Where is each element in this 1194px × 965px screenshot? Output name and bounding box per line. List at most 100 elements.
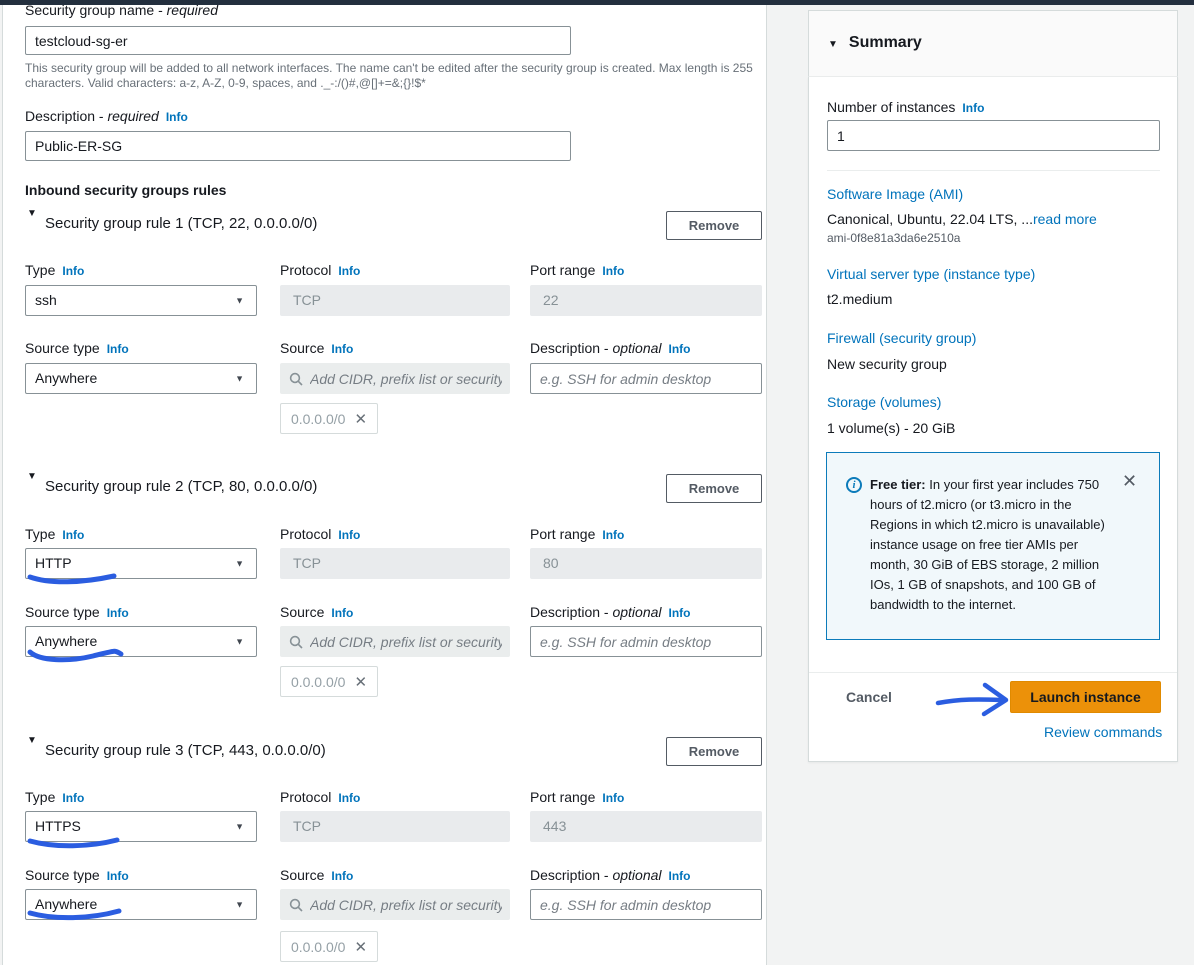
read-more-link[interactable]: read more (1033, 211, 1097, 227)
rule2-collapse-icon[interactable]: ▼ (27, 471, 37, 482)
instances-input[interactable] (827, 120, 1160, 151)
rule3-type-label: TypeInfo (25, 789, 84, 805)
rule2-protocol-label: ProtocolInfo (280, 526, 360, 542)
desc-info-link[interactable]: Info (669, 869, 691, 883)
port-info-link[interactable]: Info (602, 264, 624, 278)
source-type-info-link[interactable]: Info (107, 606, 129, 620)
source-type-info-link[interactable]: Info (107, 869, 129, 883)
rule3-desc-label: Description - optionalInfo (530, 867, 691, 883)
instance-type-link[interactable]: Virtual server type (instance type) (827, 266, 1035, 282)
launch-instance-page: Security group name - required This secu… (0, 0, 1194, 965)
review-commands-link[interactable]: Review commands (1044, 724, 1162, 740)
rule3-description-input[interactable] (530, 889, 762, 920)
rule2-source-label: SourceInfo (280, 604, 353, 620)
rule1-desc-label: Description - optionalInfo (530, 340, 691, 356)
sg-name-help-text: This security group will be added to all… (25, 61, 755, 91)
rule1-type-label: TypeInfo (25, 262, 84, 278)
firewall-link[interactable]: Firewall (security group) (827, 330, 976, 346)
rule2-description-input[interactable] (530, 626, 762, 657)
type-info-link[interactable]: Info (62, 528, 84, 542)
rule2-type-label: TypeInfo (25, 526, 84, 542)
ami-id: ami-0f8e81a3da6e2510a (827, 231, 960, 245)
rule1-source-label: SourceInfo (280, 340, 353, 356)
rule1-cidr-tag: 0.0.0.0/0✕ (280, 403, 378, 434)
rule3-source-label: SourceInfo (280, 867, 353, 883)
software-image-link[interactable]: Software Image (AMI) (827, 186, 963, 202)
rule1-type-select[interactable]: ssh▼ (25, 285, 257, 316)
source-type-info-link[interactable]: Info (107, 342, 129, 356)
desc-info-link[interactable]: Info (669, 606, 691, 620)
info-circle-icon: i (846, 477, 862, 493)
rule1-collapse-icon[interactable]: ▼ (27, 208, 37, 219)
rule2-remove-button[interactable]: Remove (666, 474, 762, 503)
chevron-down-icon: ▼ (235, 627, 244, 656)
rule3-port-label: Port rangeInfo (530, 789, 624, 805)
rule2-type-select[interactable]: HTTP▼ (25, 548, 257, 579)
sg-description-label: Description - requiredInfo (25, 108, 188, 124)
remove-cidr-icon[interactable]: ✕ (354, 938, 367, 956)
sg-name-input[interactable] (25, 26, 571, 55)
source-info-link[interactable]: Info (331, 342, 353, 356)
remove-cidr-icon[interactable]: ✕ (354, 673, 367, 691)
type-info-link[interactable]: Info (62, 264, 84, 278)
launch-instance-button[interactable]: Launch instance (1010, 681, 1161, 713)
port-info-link[interactable]: Info (602, 791, 624, 805)
chevron-down-icon: ▼ (235, 890, 244, 919)
rule1-description-input[interactable] (530, 363, 762, 394)
rule2-desc-label: Description - optionalInfo (530, 604, 691, 620)
protocol-info-link[interactable]: Info (338, 528, 360, 542)
summary-footer-divider (809, 672, 1177, 673)
inbound-rules-heading: Inbound security groups rules (25, 182, 226, 198)
chevron-down-icon: ▼ (235, 286, 244, 315)
remove-cidr-icon[interactable]: ✕ (354, 410, 367, 428)
instances-info-link[interactable]: Info (962, 101, 984, 115)
rule3-remove-button[interactable]: Remove (666, 737, 762, 766)
chevron-down-icon: ▼ (235, 812, 244, 841)
desc-info-link[interactable]: Info (669, 342, 691, 356)
rule2-port-label: Port rangeInfo (530, 526, 624, 542)
description-info-link[interactable]: Info (166, 110, 188, 124)
source-info-link[interactable]: Info (331, 606, 353, 620)
protocol-info-link[interactable]: Info (338, 791, 360, 805)
rule1-source-type-label: Source typeInfo (25, 340, 129, 356)
rule1-port-label: Port rangeInfo (530, 262, 624, 278)
rule3-source-type-label: Source typeInfo (25, 867, 129, 883)
search-icon (289, 898, 303, 912)
rule3-protocol-label: ProtocolInfo (280, 789, 360, 805)
storage-value: 1 volume(s) - 20 GiB (827, 420, 955, 436)
rule2-port-field: 80 (530, 548, 762, 579)
summary-collapse-icon[interactable]: ▼ (828, 39, 838, 50)
rule2-source-type-select[interactable]: Anywhere▼ (25, 626, 257, 657)
ami-description: Canonical, Ubuntu, 22.04 LTS, ...read mo… (827, 211, 1097, 227)
rule3-source-search[interactable] (280, 889, 510, 920)
rule1-source-type-select[interactable]: Anywhere▼ (25, 363, 257, 394)
protocol-info-link[interactable]: Info (338, 264, 360, 278)
rule1-source-search[interactable] (280, 363, 510, 394)
rule3-collapse-icon[interactable]: ▼ (27, 735, 37, 746)
port-info-link[interactable]: Info (602, 528, 624, 542)
rule2-source-search[interactable] (280, 626, 510, 657)
chevron-down-icon: ▼ (235, 364, 244, 393)
rule1-title: Security group rule 1 (TCP, 22, 0.0.0.0/… (45, 215, 317, 232)
sg-description-input[interactable] (25, 131, 571, 161)
rule3-protocol-field: TCP (280, 811, 510, 842)
storage-link[interactable]: Storage (volumes) (827, 394, 941, 410)
rule2-protocol-field: TCP (280, 548, 510, 579)
cancel-button[interactable]: Cancel (846, 689, 892, 705)
rule1-protocol-label: ProtocolInfo (280, 262, 360, 278)
close-icon[interactable]: ✕ (1122, 471, 1137, 492)
summary-divider (827, 170, 1160, 171)
source-info-link[interactable]: Info (331, 869, 353, 883)
search-icon (289, 372, 303, 386)
instances-label: Number of instancesInfo (827, 99, 984, 115)
type-info-link[interactable]: Info (62, 791, 84, 805)
instance-type-value: t2.medium (827, 291, 892, 307)
summary-title: ▼Summary (828, 34, 922, 52)
rule1-port-field: 22 (530, 285, 762, 316)
rule3-port-field: 443 (530, 811, 762, 842)
chevron-down-icon: ▼ (235, 549, 244, 578)
rule3-source-type-select[interactable]: Anywhere▼ (25, 889, 257, 920)
rule2-source-type-label: Source typeInfo (25, 604, 129, 620)
rule1-remove-button[interactable]: Remove (666, 211, 762, 240)
rule3-type-select[interactable]: HTTPS▼ (25, 811, 257, 842)
